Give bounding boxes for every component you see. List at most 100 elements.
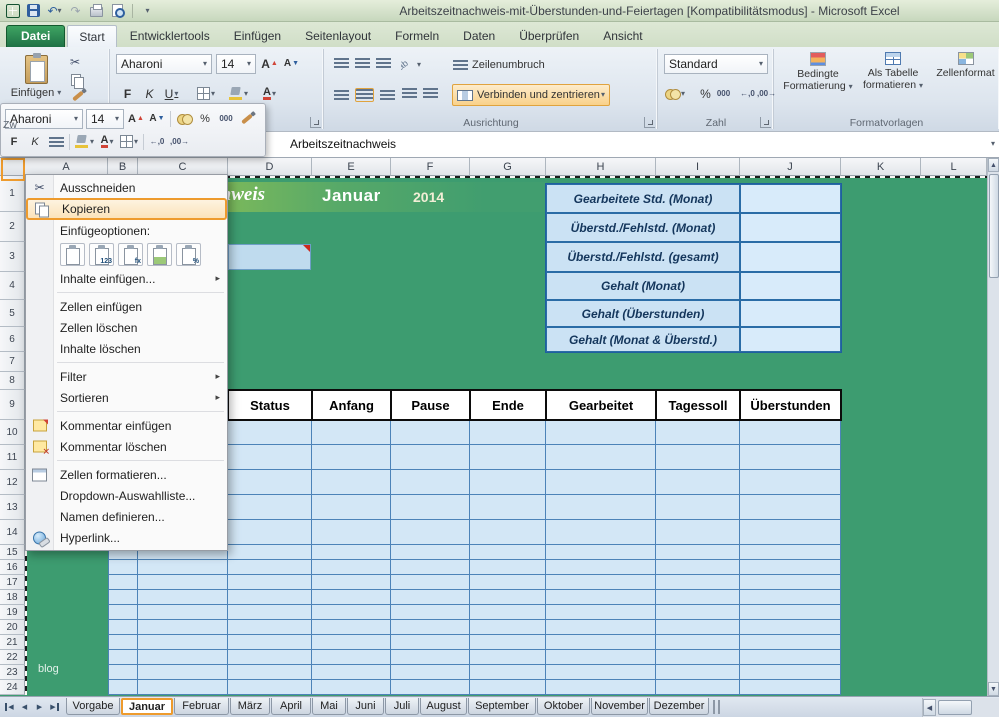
- paste-percent-button[interactable]: %: [176, 243, 201, 266]
- sheet-tab-april[interactable]: April: [271, 698, 311, 715]
- cell[interactable]: [312, 520, 391, 545]
- row-header-24[interactable]: 24: [0, 680, 25, 695]
- row-header-15[interactable]: 15: [0, 545, 25, 560]
- cell[interactable]: [312, 560, 391, 575]
- cell[interactable]: [391, 420, 470, 445]
- sheet-tab-august[interactable]: August: [420, 698, 467, 715]
- sheet-tab-november[interactable]: November: [591, 698, 648, 715]
- ribbon-tab-formeln[interactable]: Formeln: [384, 25, 450, 47]
- borders-button[interactable]: ▾: [196, 84, 216, 103]
- orientation-button[interactable]: ▾: [400, 55, 422, 74]
- cell[interactable]: [546, 545, 656, 560]
- ribbon-tab-ansicht[interactable]: Ansicht: [592, 25, 653, 47]
- cell[interactable]: [470, 620, 546, 635]
- mini-fill-color-button[interactable]: ▾: [74, 133, 95, 151]
- cell[interactable]: [470, 590, 546, 605]
- row-header-6[interactable]: 6: [0, 327, 25, 352]
- cell[interactable]: [470, 665, 546, 680]
- summary-value-cell[interactable]: [740, 184, 841, 213]
- increase-indent-icon[interactable]: [423, 88, 438, 98]
- sheet-tab-juni[interactable]: Juni: [347, 698, 384, 715]
- cell[interactable]: [228, 665, 312, 680]
- row-header-20[interactable]: 20: [0, 620, 25, 635]
- first-sheet-button[interactable]: ◀: [3, 700, 16, 715]
- format-as-table-button[interactable]: Als Tabelle formatieren ▾: [858, 52, 928, 126]
- increase-decimal-button[interactable]: ←,0: [738, 84, 757, 103]
- mini-decrease-decimal-button[interactable]: ,00→: [169, 133, 190, 151]
- cell[interactable]: [228, 680, 312, 695]
- cell[interactable]: [740, 420, 841, 445]
- summary-value-cell[interactable]: [740, 242, 841, 272]
- column-header-i[interactable]: I: [656, 158, 740, 176]
- cell[interactable]: [656, 445, 740, 470]
- menu-item-ausschneiden[interactable]: ✂Ausschneiden: [26, 177, 227, 198]
- sheet-tab-mai[interactable]: Mai: [312, 698, 346, 715]
- ribbon-tab-entwicklertools[interactable]: Entwicklertools: [119, 25, 221, 47]
- cell[interactable]: [391, 575, 470, 590]
- menu-item-zellen-formatieren[interactable]: Zellen formatieren...: [26, 464, 227, 485]
- cell[interactable]: [108, 665, 138, 680]
- cell[interactable]: [740, 495, 841, 520]
- cell[interactable]: [740, 665, 841, 680]
- next-sheet-button[interactable]: ▶: [33, 700, 46, 715]
- cell[interactable]: [138, 650, 228, 665]
- cell[interactable]: [740, 445, 841, 470]
- cell[interactable]: [740, 545, 841, 560]
- column-header-e[interactable]: E: [312, 158, 391, 176]
- cell[interactable]: [228, 650, 312, 665]
- cell[interactable]: [108, 605, 138, 620]
- undo-button[interactable]: ↶▾: [46, 2, 63, 19]
- table-header-cell[interactable]: Gearbeitet: [545, 389, 657, 421]
- cell[interactable]: [656, 665, 740, 680]
- summary-value-cell[interactable]: [740, 213, 841, 242]
- cell[interactable]: [740, 590, 841, 605]
- tab-splitter[interactable]: [713, 700, 720, 714]
- customize-qat-button[interactable]: ▾: [139, 2, 156, 19]
- cell[interactable]: [138, 620, 228, 635]
- cell[interactable]: [546, 520, 656, 545]
- summary-value-cell[interactable]: [740, 300, 841, 327]
- grow-font-button[interactable]: A▲: [260, 54, 279, 73]
- cell[interactable]: [228, 560, 312, 575]
- cell[interactable]: [740, 650, 841, 665]
- cell[interactable]: [740, 635, 841, 650]
- sheet-tab-september[interactable]: September: [468, 698, 536, 715]
- sheet-tab-dezember[interactable]: Dezember: [649, 698, 709, 715]
- cell[interactable]: [656, 575, 740, 590]
- cell[interactable]: [312, 575, 391, 590]
- cell[interactable]: [546, 445, 656, 470]
- font-size-select[interactable]: 14▾: [216, 54, 256, 74]
- cell[interactable]: [470, 445, 546, 470]
- row-header-3[interactable]: 3: [0, 242, 25, 272]
- cell-styles-button[interactable]: Zellenformat: [932, 52, 999, 126]
- menu-item-zellen-löschen[interactable]: Zellen löschen: [26, 317, 227, 338]
- menu-item-inhalte-einfügen[interactable]: Inhalte einfügen...▸: [26, 268, 227, 289]
- menu-item-dropdown-auswahlliste[interactable]: Dropdown-Auswahlliste...: [26, 485, 227, 506]
- mini-percent-button[interactable]: %: [196, 110, 214, 128]
- mini-format-painter-button[interactable]: [238, 110, 256, 128]
- cell[interactable]: [312, 590, 391, 605]
- column-header-l[interactable]: L: [921, 158, 987, 176]
- accounting-format-button[interactable]: ▾: [664, 84, 686, 103]
- table-header-cell[interactable]: Überstunden: [739, 389, 842, 421]
- cell[interactable]: [138, 560, 228, 575]
- decrease-decimal-button[interactable]: ,00→: [756, 84, 777, 103]
- conditional-formatting-button[interactable]: Bedingte Formatierung ▾: [782, 52, 854, 126]
- cell[interactable]: [546, 420, 656, 445]
- row-header-19[interactable]: 19: [0, 605, 25, 620]
- column-header-k[interactable]: K: [841, 158, 921, 176]
- cell[interactable]: [108, 650, 138, 665]
- print-button[interactable]: [88, 2, 105, 19]
- cell[interactable]: [656, 635, 740, 650]
- cell[interactable]: [138, 635, 228, 650]
- row-header-17[interactable]: 17: [0, 575, 25, 590]
- cell[interactable]: [312, 470, 391, 495]
- row-header-2[interactable]: 2: [0, 212, 25, 242]
- font-dialog-launcher[interactable]: [310, 117, 321, 128]
- paste-formulas-button[interactable]: fx: [118, 243, 143, 266]
- cell[interactable]: [740, 680, 841, 695]
- shrink-font-button[interactable]: A▼: [282, 54, 301, 73]
- table-header-cell[interactable]: Anfang: [311, 389, 392, 421]
- cell[interactable]: [656, 605, 740, 620]
- cell[interactable]: [546, 495, 656, 520]
